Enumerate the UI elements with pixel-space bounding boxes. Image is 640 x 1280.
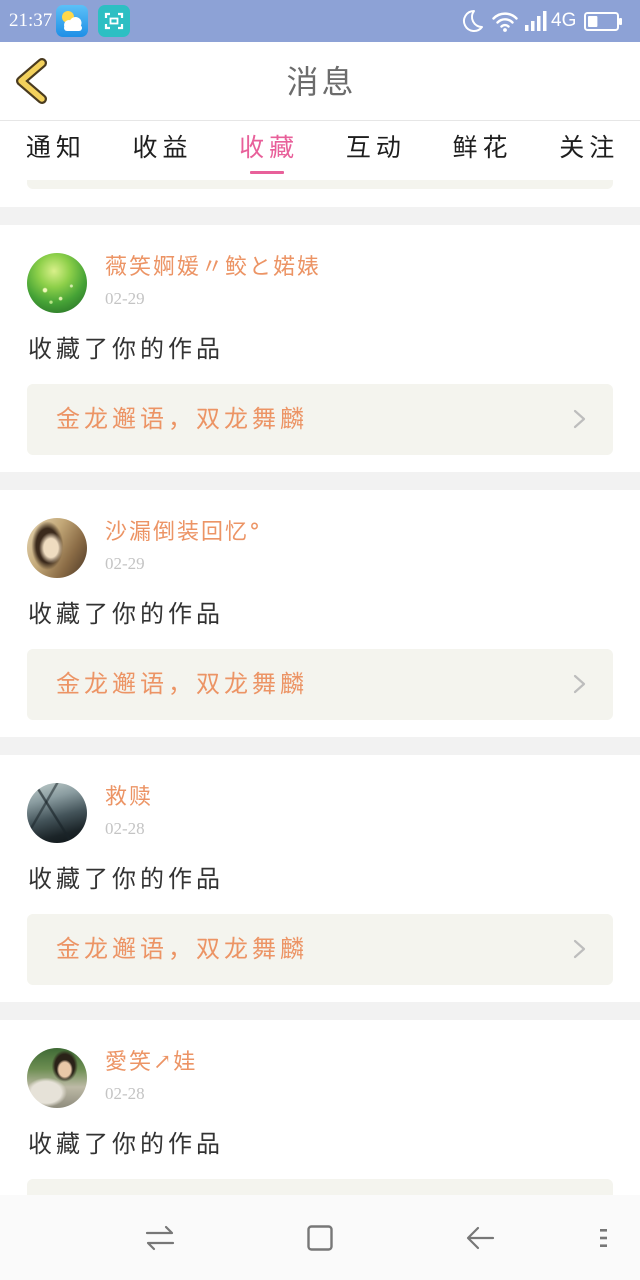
work-link[interactable]: 金龙邂语，双龙舞麟: [27, 914, 613, 985]
notification-card: 愛笑↗娃 02-28 收藏了你的作品: [0, 1020, 640, 1195]
battery-icon: [584, 12, 624, 32]
user-avatar[interactable]: [27, 783, 87, 843]
notification-card: 救赎 02-28 收藏了你的作品 金龙邂语，双龙舞麟: [0, 755, 640, 1002]
user-avatar[interactable]: [27, 253, 87, 313]
work-link[interactable]: [27, 1179, 613, 1195]
user-name[interactable]: 愛笑↗娃: [105, 1048, 197, 1078]
chevron-right-icon: [573, 939, 587, 959]
menu-dots-icon[interactable]: [597, 1227, 611, 1249]
work-title: 金龙邂语，双龙舞麟: [56, 405, 308, 433]
notification-date: 02-28: [105, 1084, 145, 1103]
back-arrow-icon[interactable]: [464, 1223, 496, 1253]
notification-action-text: 收藏了你的作品: [28, 335, 224, 363]
notification-card: 沙漏倒装回忆° 02-29 收藏了你的作品 金龙邂语，双龙舞麟: [0, 490, 640, 737]
status-bar: 21:37 4G: [0, 0, 640, 42]
home-square-icon[interactable]: [305, 1223, 335, 1253]
tab-flowers[interactable]: 鲜花: [427, 121, 534, 180]
tab-label: 互动: [345, 133, 406, 162]
tab-interactions[interactable]: 互动: [320, 121, 427, 180]
tab-notice[interactable]: 通知: [0, 121, 107, 180]
notification-card: 薇笑婀媛〃鲛と婼婊 02-29 收藏了你的作品 金龙邂语，双龙舞麟: [0, 225, 640, 472]
page-title: 消息: [286, 63, 357, 101]
tab-following[interactable]: 关注: [533, 121, 640, 180]
tab-label: 收益: [132, 133, 193, 162]
header: 消息: [0, 42, 640, 121]
tab-label: 通知: [25, 133, 86, 162]
battery-level-fill: [588, 16, 598, 27]
network-type-label: 4G: [551, 10, 577, 31]
work-link[interactable]: 金龙邂语，双龙舞麟: [27, 649, 613, 720]
notification-action-text: 收藏了你的作品: [28, 600, 224, 628]
signal-icon: [524, 10, 548, 32]
work-title: 金龙邂语，双龙舞麟: [56, 935, 308, 963]
chevron-right-icon: [573, 409, 587, 429]
scan-app-icon: [98, 5, 130, 37]
tab-bar: 通知 收益 收藏 互动 鲜花 关注: [0, 121, 640, 180]
partial-work-link: [27, 180, 613, 189]
notification-date: 02-29: [105, 554, 145, 573]
chevron-right-icon: [573, 674, 587, 694]
user-avatar[interactable]: [27, 1048, 87, 1108]
work-title: 金龙邂语，双龙舞麟: [56, 670, 308, 698]
notification-action-text: 收藏了你的作品: [28, 1130, 224, 1158]
weather-app-icon: [56, 5, 88, 37]
moon-icon: [460, 8, 486, 34]
tab-label: 鲜花: [452, 133, 513, 162]
tab-label: 关注: [559, 133, 620, 162]
tab-earnings[interactable]: 收益: [107, 121, 214, 180]
wifi-icon: [491, 9, 519, 33]
tab-active-indicator: [249, 171, 284, 174]
switch-apps-icon[interactable]: [144, 1224, 176, 1252]
status-time: 21:37: [9, 10, 53, 31]
notification-date: 02-29: [105, 289, 145, 308]
user-name[interactable]: 救赎: [105, 783, 153, 813]
user-avatar[interactable]: [27, 518, 87, 578]
notification-action-text: 收藏了你的作品: [28, 865, 224, 893]
notification-list[interactable]: 薇笑婀媛〃鲛と婼婊 02-29 收藏了你的作品 金龙邂语，双龙舞麟 沙漏倒装回忆…: [0, 180, 640, 1195]
tab-favorites[interactable]: 收藏: [213, 121, 320, 180]
previous-card-remnant: [0, 180, 640, 207]
notification-date: 02-28: [105, 819, 145, 838]
tab-label: 收藏: [239, 133, 300, 162]
work-link[interactable]: 金龙邂语，双龙舞麟: [27, 384, 613, 455]
system-nav-bar: [0, 1195, 640, 1280]
user-name[interactable]: 沙漏倒装回忆°: [105, 518, 262, 548]
user-name[interactable]: 薇笑婀媛〃鲛と婼婊: [105, 253, 321, 283]
